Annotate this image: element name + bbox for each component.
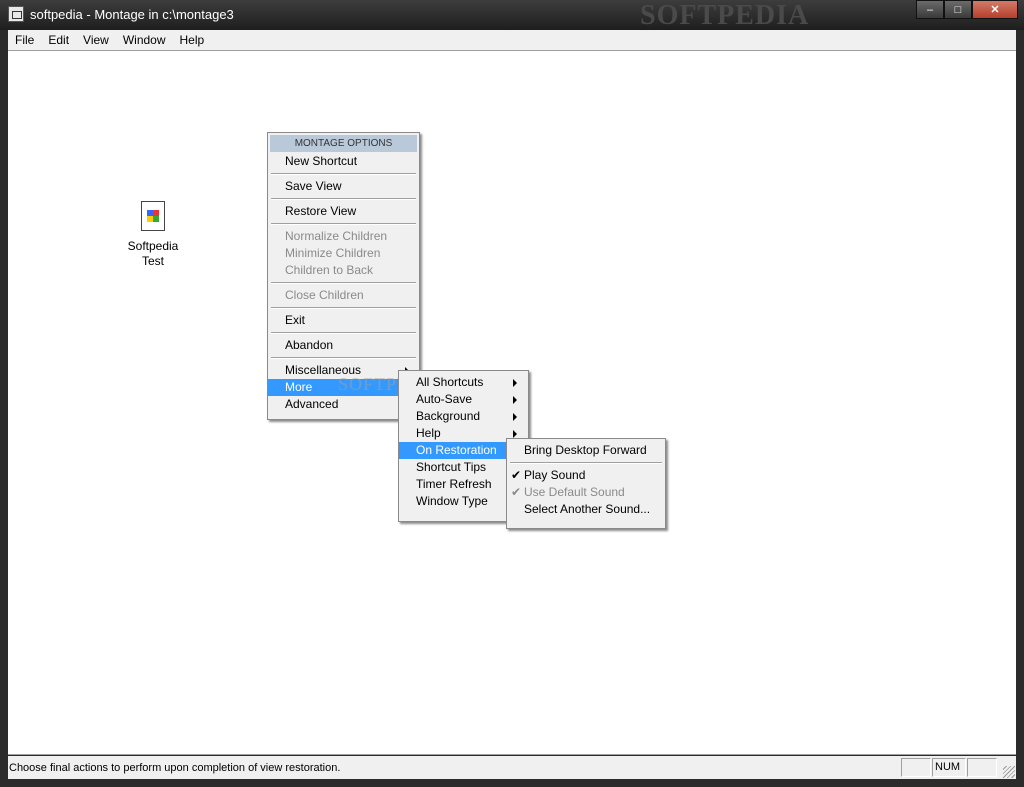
menu-separator bbox=[510, 462, 662, 464]
menu-item-play-sound[interactable]: ✔ Play Sound bbox=[507, 467, 665, 484]
menu-separator bbox=[271, 282, 416, 284]
menu-bar: File Edit View Window Help bbox=[8, 30, 1016, 50]
status-pane-num: NUM bbox=[932, 758, 966, 777]
menu-item-exit[interactable]: Exit bbox=[268, 312, 419, 329]
submenu-arrow-icon bbox=[513, 396, 517, 404]
menu-item-save-view[interactable]: Save View bbox=[268, 178, 419, 195]
menu-item-bring-desktop-forward[interactable]: Bring Desktop Forward bbox=[507, 442, 665, 459]
menu-separator bbox=[271, 307, 416, 309]
menu-view[interactable]: View bbox=[76, 30, 116, 50]
menu-item-normalize-children: Normalize Children bbox=[285, 229, 388, 243]
submenu-arrow-icon bbox=[513, 379, 517, 387]
menu-item-use-default-sound: ✔ Use Default Sound bbox=[511, 485, 625, 499]
status-pane-scroll bbox=[967, 758, 997, 777]
menu-separator bbox=[271, 357, 416, 359]
on-restoration-submenu: Bring Desktop Forward ✔ Play Sound ✔ Use D… bbox=[506, 438, 666, 529]
submenu-arrow-icon bbox=[513, 430, 517, 438]
menu-item-advanced[interactable]: Advanced bbox=[268, 396, 419, 413]
status-pane-empty bbox=[901, 758, 931, 777]
menu-separator bbox=[271, 332, 416, 334]
close-button[interactable]: ✕ bbox=[972, 0, 1018, 19]
menu-header: MONTAGE OPTIONS bbox=[270, 135, 417, 152]
menu-item-background[interactable]: Background bbox=[399, 408, 528, 425]
app-window: softpedia - Montage in c:\montage3 SOFTP… bbox=[0, 0, 1024, 787]
menu-edit[interactable]: Edit bbox=[41, 30, 76, 50]
menu-item-close-children: Close Children bbox=[285, 288, 364, 302]
menu-item-children-to-back: Children to Back bbox=[285, 263, 374, 277]
document-icon bbox=[141, 201, 165, 231]
menu-file[interactable]: File bbox=[8, 30, 41, 50]
menu-item-restore-view[interactable]: Restore View bbox=[268, 203, 419, 220]
menu-item-abandon[interactable]: Abandon bbox=[268, 337, 419, 354]
menu-separator bbox=[271, 173, 416, 175]
title-bar[interactable]: softpedia - Montage in c:\montage3 SOFTP… bbox=[0, 0, 1024, 31]
menu-separator bbox=[271, 223, 416, 225]
menu-help[interactable]: Help bbox=[173, 30, 212, 50]
menu-item-all-shortcuts[interactable]: All Shortcuts bbox=[399, 374, 528, 391]
status-message: Choose final actions to perform upon com… bbox=[9, 762, 341, 774]
desktop-shortcut[interactable]: Softpedia Test bbox=[118, 201, 188, 269]
submenu-arrow-icon bbox=[513, 413, 517, 421]
checkmark-icon: ✔ bbox=[511, 485, 522, 499]
menu-item-minimize-children: Minimize Children bbox=[285, 246, 381, 260]
menu-item-new-shortcut[interactable]: New Shortcut bbox=[268, 153, 419, 170]
menu-item-auto-save[interactable]: Auto-Save bbox=[399, 391, 528, 408]
menu-window[interactable]: Window bbox=[116, 30, 173, 50]
watermark-text: SOFTPEDIA bbox=[640, 0, 810, 31]
menu-separator bbox=[271, 198, 416, 200]
app-icon[interactable] bbox=[8, 6, 24, 22]
status-bar: Choose final actions to perform upon com… bbox=[8, 756, 1016, 779]
window-title: softpedia - Montage in c:\montage3 bbox=[30, 7, 234, 22]
shortcut-label: Softpedia Test bbox=[127, 239, 179, 268]
minimize-button[interactable]: – bbox=[916, 0, 944, 19]
checkmark-icon: ✔ bbox=[511, 468, 522, 482]
menu-item-select-another-sound[interactable]: Select Another Sound... bbox=[507, 501, 665, 518]
maximize-button[interactable]: □ bbox=[944, 0, 972, 19]
resize-grip[interactable] bbox=[1003, 766, 1015, 778]
